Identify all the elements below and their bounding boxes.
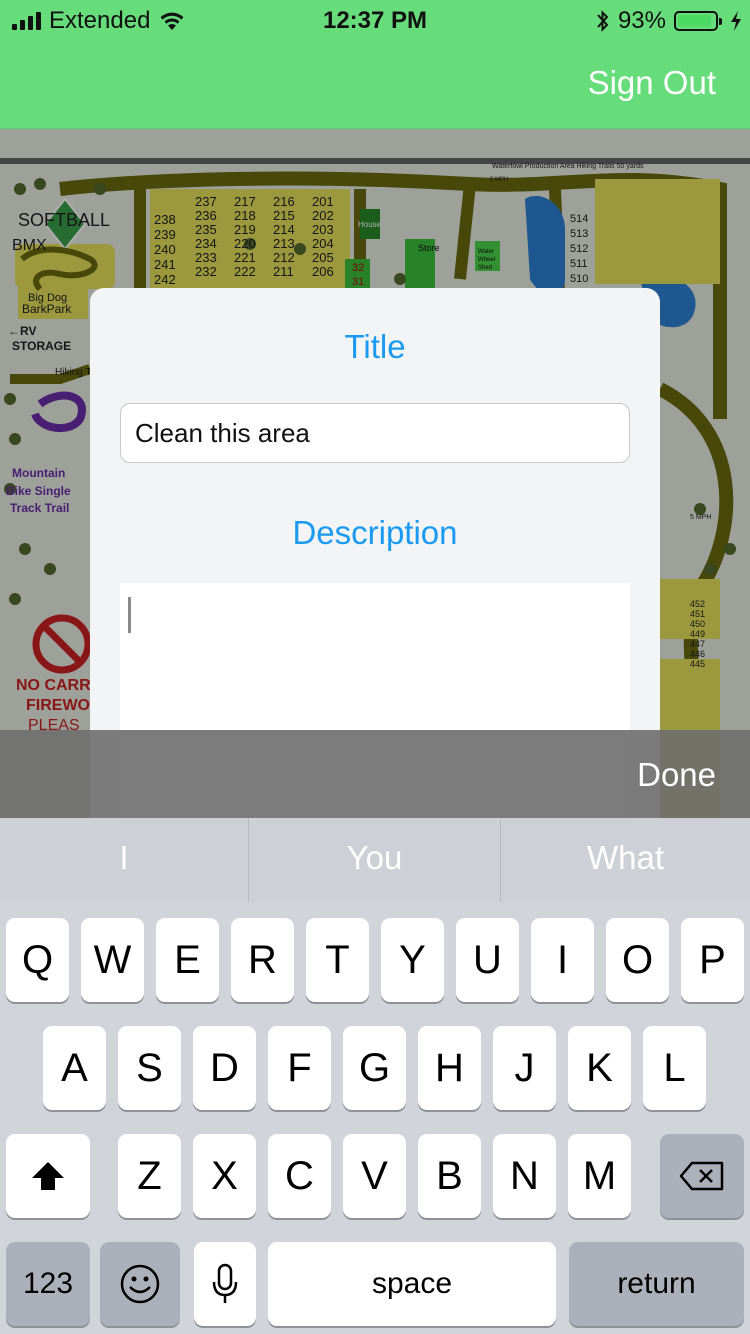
key-o[interactable]: O <box>606 918 669 1002</box>
keyboard-toolbar: Done <box>0 730 750 818</box>
battery-icon <box>674 11 722 31</box>
title-label: Title <box>344 328 406 365</box>
key-b[interactable]: B <box>418 1134 481 1218</box>
bluetooth-icon <box>597 10 609 32</box>
key-c[interactable]: C <box>268 1134 331 1218</box>
shift-icon <box>32 1162 64 1190</box>
sign-out-button[interactable]: Sign Out <box>588 64 716 102</box>
key-h[interactable]: H <box>418 1026 481 1110</box>
key-w[interactable]: W <box>81 918 144 1002</box>
key-i[interactable]: I <box>531 918 594 1002</box>
key-j[interactable]: J <box>493 1026 556 1110</box>
shift-key[interactable] <box>6 1134 90 1218</box>
emoji-key[interactable] <box>100 1242 180 1326</box>
key-s[interactable]: S <box>118 1026 181 1110</box>
key-r[interactable]: R <box>231 918 294 1002</box>
key-e[interactable]: E <box>156 918 219 1002</box>
key-m[interactable]: M <box>568 1134 631 1218</box>
microphone-key[interactable] <box>194 1242 256 1326</box>
suggestion-2[interactable]: You <box>249 818 500 902</box>
suggestion-1[interactable]: I <box>0 818 248 902</box>
description-label: Description <box>292 514 458 551</box>
text-caret <box>128 597 131 633</box>
key-a[interactable]: A <box>43 1026 106 1110</box>
title-input[interactable]: Clean this area <box>120 403 630 463</box>
key-d[interactable]: D <box>193 1026 256 1110</box>
return-key[interactable]: return <box>569 1242 744 1326</box>
key-k[interactable]: K <box>568 1026 631 1110</box>
key-v[interactable]: V <box>343 1134 406 1218</box>
key-x[interactable]: X <box>193 1134 256 1218</box>
suggestion-3[interactable]: What <box>501 818 750 902</box>
battery-percent: 93% <box>617 7 666 34</box>
key-z[interactable]: Z <box>118 1134 181 1218</box>
key-g[interactable]: G <box>343 1026 406 1110</box>
backspace-key[interactable] <box>660 1134 744 1218</box>
numbers-key[interactable]: 123 <box>6 1242 90 1326</box>
key-t[interactable]: T <box>306 918 369 1002</box>
microphone-icon <box>212 1263 238 1303</box>
key-q[interactable]: Q <box>6 918 69 1002</box>
suggestion-bar: I You What <box>0 818 750 902</box>
key-n[interactable]: N <box>493 1134 556 1218</box>
keyboard: I You What QWERTYUIOPASDFGHJKLZXCVBNM 12… <box>0 818 750 1334</box>
done-button[interactable]: Done <box>637 756 716 794</box>
key-y[interactable]: Y <box>381 918 444 1002</box>
key-f[interactable]: F <box>268 1026 331 1110</box>
charging-icon <box>731 11 741 31</box>
key-u[interactable]: U <box>456 918 519 1002</box>
nav-bar: Sign Out <box>0 40 750 129</box>
status-bar: Extended 12:37 PM 93% <box>0 0 750 40</box>
space-key[interactable]: space <box>268 1242 556 1326</box>
backspace-icon <box>679 1161 724 1191</box>
key-p[interactable]: P <box>681 918 744 1002</box>
emoji-icon <box>120 1264 160 1304</box>
key-l[interactable]: L <box>643 1026 706 1110</box>
